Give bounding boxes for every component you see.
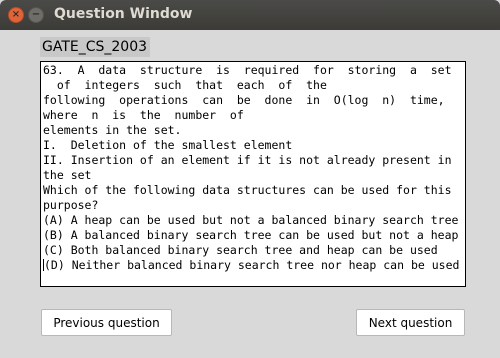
- question-line: 63. A data structure is required for sto…: [43, 63, 452, 77]
- option-c-line: (C) Both balanced binary search tree and…: [43, 243, 438, 257]
- question-line: of integers such that each of the: [43, 78, 327, 92]
- next-question-button[interactable]: Next question: [356, 309, 465, 336]
- question-line: elements in the set.: [43, 123, 182, 137]
- question-line: where n is the number of: [43, 108, 244, 122]
- question-line: Which of the following data structures c…: [43, 183, 452, 197]
- minimize-icon[interactable]: −: [28, 7, 44, 23]
- close-icon[interactable]: ×: [8, 7, 24, 23]
- question-line: the set: [43, 168, 92, 182]
- question-text-area[interactable]: 63. A data structure is required for sto…: [40, 61, 466, 287]
- previous-question-button[interactable]: Previous question: [41, 309, 172, 336]
- exam-label: GATE_CS_2003: [40, 37, 151, 57]
- option-d-line: (D) Neither balanced binary search tree …: [43, 258, 463, 273]
- question-line: I. Deletion of the smallest element: [43, 138, 293, 152]
- option-a-line: (A) A heap can be used but not a balance…: [43, 213, 459, 227]
- option-b-line: (B) A balanced binary search tree can be…: [43, 228, 459, 242]
- question-line: following operations can be done in O(lo…: [43, 93, 445, 107]
- question-line: purpose?: [43, 198, 99, 212]
- window-title: Question Window: [54, 6, 193, 22]
- title-bar: × − Question Window: [0, 0, 500, 30]
- question-line: II. Insertion of an element if it is not…: [43, 153, 452, 167]
- option-d-text: (D) Neither balanced binary search tree …: [44, 258, 460, 272]
